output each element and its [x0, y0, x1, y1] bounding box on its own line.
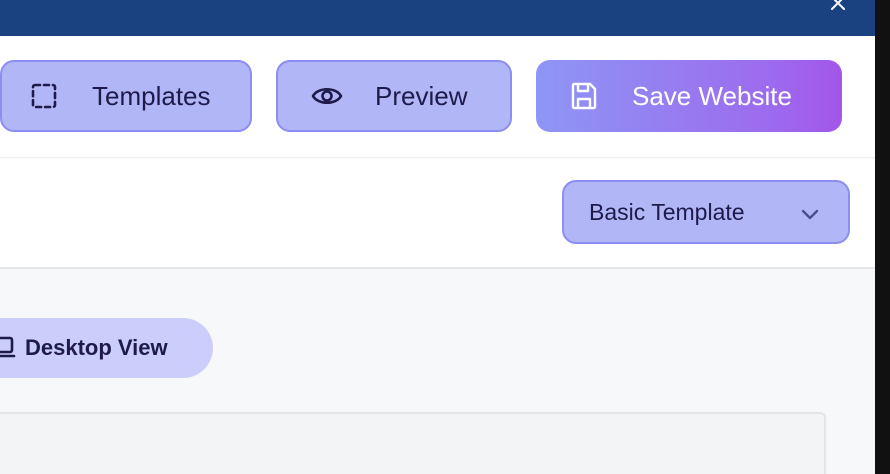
desktop-view-label: Desktop View: [25, 335, 168, 360]
template-dropdown-value: Basic Template: [589, 198, 745, 225]
preview-button[interactable]: Preview: [276, 60, 512, 132]
laptop-icon: [0, 335, 18, 361]
website-builder-window: Templates Preview Save Website Basic Tem…: [0, 0, 875, 474]
preview-canvas: [0, 412, 826, 474]
title-bar: [0, 0, 875, 36]
save-website-button[interactable]: Save Website: [536, 60, 842, 132]
template-dropdown[interactable]: Basic Template: [562, 180, 850, 244]
close-button[interactable]: [826, 0, 850, 16]
preview-label: Preview: [375, 80, 468, 111]
templates-label: Templates: [92, 80, 211, 111]
eye-icon: [310, 80, 344, 112]
desktop-view-toggle[interactable]: Desktop View: [0, 318, 213, 378]
close-icon: [828, 0, 848, 18]
save-website-label: Save Website: [632, 80, 792, 111]
templates-button[interactable]: Templates: [0, 60, 252, 132]
dashed-square-icon: [28, 80, 60, 112]
save-icon: [568, 80, 600, 112]
top-toolbar: Templates Preview Save Website: [0, 36, 875, 158]
chevron-down-icon: [798, 202, 822, 226]
template-bar: Basic Template: [0, 159, 875, 269]
